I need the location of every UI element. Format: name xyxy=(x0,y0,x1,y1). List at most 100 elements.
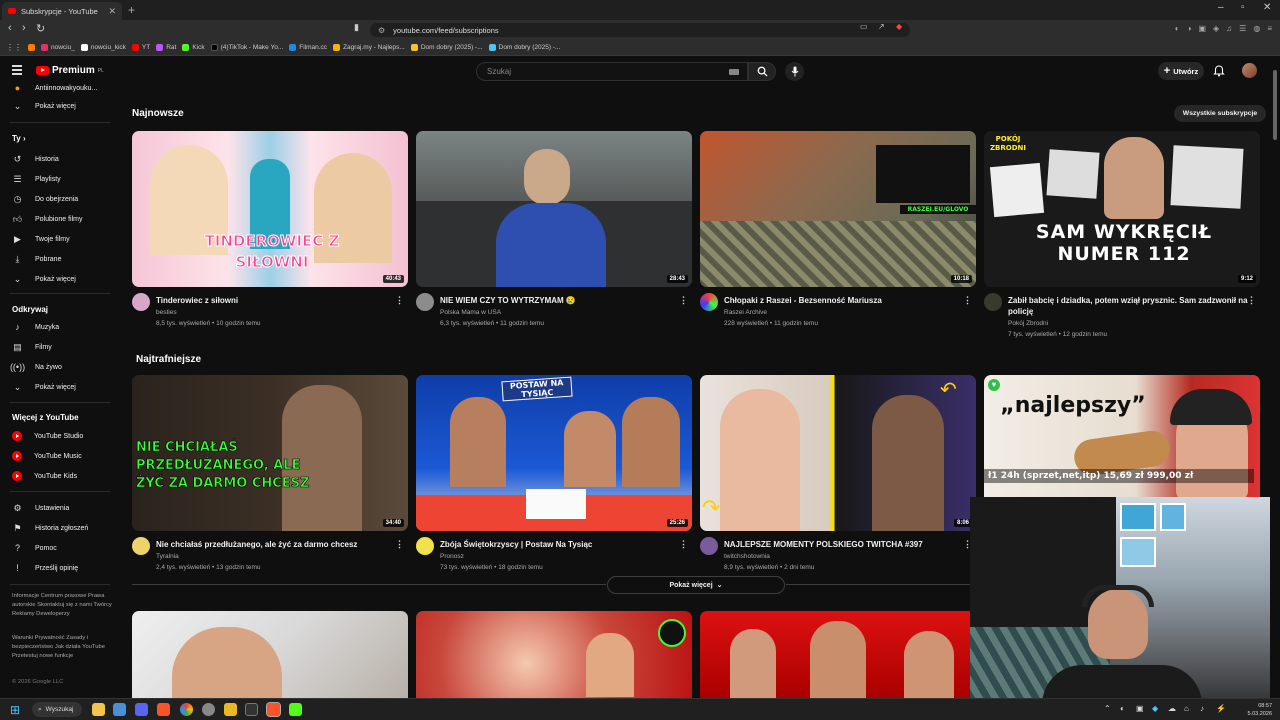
sidebar-footer-links-2[interactable]: Warunki Prywatność Zasady i bezpieczeńst… xyxy=(12,634,112,661)
video-card[interactable]: TINDEROWIEC Z SIŁOWNI 40:43 Tinderowiec … xyxy=(132,131,408,343)
extension-icon[interactable]: ◐ xyxy=(1175,24,1180,33)
maximize-icon[interactable]: ▫ xyxy=(1241,2,1245,13)
video-card[interactable]: RASZEI.EU/GLOVO 10:18 Chłopaki z Raszei … xyxy=(700,131,976,343)
extension-icon[interactable]: ☰ xyxy=(1239,24,1246,33)
sidebar-item-music-app[interactable]: YouTube Music xyxy=(12,450,82,462)
bookmark-item[interactable]: Zagraj.my - Najleps... xyxy=(333,44,405,51)
discord-icon[interactable] xyxy=(135,703,148,716)
voice-search-button[interactable] xyxy=(785,62,804,81)
sidebar-you-heading[interactable]: Ty › xyxy=(12,134,26,143)
brave-icon[interactable] xyxy=(157,703,170,716)
sidebar-item-history[interactable]: ↺ Historia xyxy=(12,153,59,165)
video-thumbnail[interactable] xyxy=(132,611,408,698)
sidebar-item-subscription[interactable]: ● Antiinnowakyouku... xyxy=(12,82,97,94)
sidebar-item-settings[interactable]: ⚙ Ustawienia xyxy=(12,502,69,514)
tray-icon[interactable]: ☁ xyxy=(1168,704,1176,713)
more-options-icon[interactable]: ⋮ xyxy=(1247,295,1256,306)
channel-avatar[interactable] xyxy=(700,293,718,311)
sidebar-item-downloads[interactable]: ⤓ Pobrane xyxy=(12,253,62,265)
channel-name[interactable]: Raszei Archive xyxy=(724,309,767,316)
forward-icon[interactable]: › xyxy=(22,22,26,34)
sidebar-show-more-explore[interactable]: ⌄ Pokaż więcej xyxy=(12,381,76,393)
channel-avatar[interactable] xyxy=(416,537,434,555)
more-options-icon[interactable]: ⋮ xyxy=(679,295,688,306)
bookmark-item[interactable] xyxy=(28,44,35,51)
taskbar-app-icon[interactable] xyxy=(224,703,237,716)
channel-name[interactable]: twitchshotownia xyxy=(724,553,770,560)
scrollbar-thumb[interactable] xyxy=(1273,70,1277,140)
create-button[interactable]: + Utwórz xyxy=(1158,62,1204,80)
tray-icon[interactable]: ◆ xyxy=(1152,704,1158,713)
profile-icon[interactable]: ◍ xyxy=(1253,24,1260,33)
channel-name[interactable]: Pronosz xyxy=(440,553,464,560)
channel-avatar[interactable] xyxy=(416,293,434,311)
site-settings-icon[interactable]: ⚙ xyxy=(378,26,385,35)
sidebar-item-playlists[interactable]: ☰ Playlisty xyxy=(12,173,60,185)
menu-hamburger-icon[interactable] xyxy=(12,65,22,75)
windows-start-icon[interactable]: ⊞ xyxy=(10,703,20,717)
video-card[interactable]: POSTAW NA TYSIĄC 25:26 Zbója Świętokrzys… xyxy=(416,375,692,587)
tray-icon[interactable]: ⚡ xyxy=(1216,704,1226,713)
tray-chevron-icon[interactable]: ⌃ xyxy=(1104,704,1111,713)
channel-avatar[interactable] xyxy=(984,293,1002,311)
video-thumbnail[interactable]: ↶ ↷ 8:06 xyxy=(700,375,976,531)
bookmark-icon[interactable]: ▮ xyxy=(354,22,359,33)
more-options-icon[interactable]: ⋮ xyxy=(963,295,972,306)
back-icon[interactable]: ‹ xyxy=(8,22,12,34)
sidebar-footer-links[interactable]: Informacje Centrum prasowe Prawa autorsk… xyxy=(12,592,112,619)
taskbar-app-icon[interactable] xyxy=(289,703,302,716)
video-thumbnail[interactable]: NIE CHCIAŁAŚ PRZEDŁUŻANEGO, ALE ŻYĆ ZA D… xyxy=(132,375,408,531)
extension-icon[interactable]: ◑ xyxy=(1187,24,1192,33)
video-card[interactable]: NIE CHCIAŁAŚ PRZEDŁUŻANEGO, ALE ŻYĆ ZA D… xyxy=(132,375,408,587)
sidebar-item-help[interactable]: ? Pomoc xyxy=(12,542,57,554)
search-input[interactable]: Szukaj xyxy=(476,62,748,81)
bookmark-item[interactable]: Filman.cc xyxy=(289,44,327,51)
window-close-icon[interactable]: ✕ xyxy=(1263,2,1271,13)
terminal-icon[interactable] xyxy=(245,703,258,716)
video-thumbnail[interactable]: 28:43 xyxy=(416,131,692,287)
video-card[interactable]: 28:43 NIE WIEM CZY TO WYTRZYMAM 😢 Polska… xyxy=(416,131,692,343)
brave-active-icon[interactable] xyxy=(266,702,281,717)
cast-icon[interactable]: ▭ xyxy=(860,22,868,31)
video-title[interactable]: Chłopaki z Raszei - Bezsenność Mariusza xyxy=(724,295,964,306)
taskbar-app-icon[interactable] xyxy=(113,703,126,716)
video-title[interactable]: Zabił babcię i dziadka, potem wziął prys… xyxy=(1008,295,1248,317)
video-card[interactable] xyxy=(416,611,692,698)
channel-name[interactable]: Polska Mama w USA xyxy=(440,309,501,316)
video-title[interactable]: NIE WIEM CZY TO WYTRZYMAM 😢 xyxy=(440,295,680,306)
sidebar-item-report-history[interactable]: ⚑ Historia zgłoszeń xyxy=(12,522,88,534)
sidebar-item-kids[interactable]: YouTube Kids xyxy=(12,470,77,482)
sidebar-item-movies[interactable]: ▤ Filmy xyxy=(12,341,51,353)
bookmark-item[interactable]: YT xyxy=(131,44,150,51)
account-avatar[interactable] xyxy=(1242,63,1257,78)
video-card[interactable] xyxy=(132,611,408,698)
more-options-icon[interactable]: ⋮ xyxy=(679,539,688,550)
url-bar[interactable]: ⚙ youtube.com/feed/subscriptions xyxy=(370,23,910,37)
youtube-logo[interactable]: Premium PL xyxy=(36,65,104,76)
bookmark-item[interactable]: (4)TikTok - Make Yo... xyxy=(210,44,283,51)
keyboard-icon[interactable] xyxy=(729,68,739,75)
sidebar-item-your-videos[interactable]: ▶ Twoje filmy xyxy=(12,233,70,245)
sidebar-item-liked[interactable]: 👍︎ Polubione filmy xyxy=(12,213,83,225)
chrome-icon[interactable] xyxy=(180,703,193,716)
file-explorer-icon[interactable] xyxy=(92,703,105,716)
extension-icon[interactable]: ▣ xyxy=(1198,24,1206,33)
share-icon[interactable]: ↗ xyxy=(878,22,885,31)
taskbar-search[interactable]: ⌕ Wyszukaj xyxy=(32,702,82,717)
sidebar-show-more-you[interactable]: ⌄ Pokaż więcej xyxy=(12,273,76,285)
browser-tab-youtube[interactable]: Subskrypcje - YouTube ✕ xyxy=(2,2,122,20)
sidebar-show-more-subs[interactable]: ⌄ Pokaż więcej xyxy=(12,100,76,112)
video-card[interactable]: ↶ ↷ 8:06 NAJLEPSZE MOMENTY POLSKIEGO TWI… xyxy=(700,375,976,587)
tray-icon[interactable]: ◐ xyxy=(1120,704,1125,713)
video-title[interactable]: NAJLEPSZE MOMENTY POLSKIEGO TWITCHA #397 xyxy=(724,539,964,550)
bookmark-item[interactable]: Dom dobry (2025) -... xyxy=(410,44,483,51)
apps-icon[interactable]: ⋮⋮ xyxy=(6,43,22,52)
volume-icon[interactable]: ♪ xyxy=(1200,704,1204,713)
network-icon[interactable]: ⌂ xyxy=(1184,704,1189,713)
more-options-icon[interactable]: ⋮ xyxy=(395,295,404,306)
bookmark-item[interactable]: Dom dobry (2025) -... xyxy=(488,44,560,51)
sidebar-item-live[interactable]: ((•)) Na żywo xyxy=(10,361,62,373)
channel-name[interactable]: besties xyxy=(156,309,177,316)
show-more-button[interactable]: Pokaż więcej ⌄ xyxy=(607,576,785,594)
sidebar-item-studio[interactable]: YouTube Studio xyxy=(12,430,83,442)
